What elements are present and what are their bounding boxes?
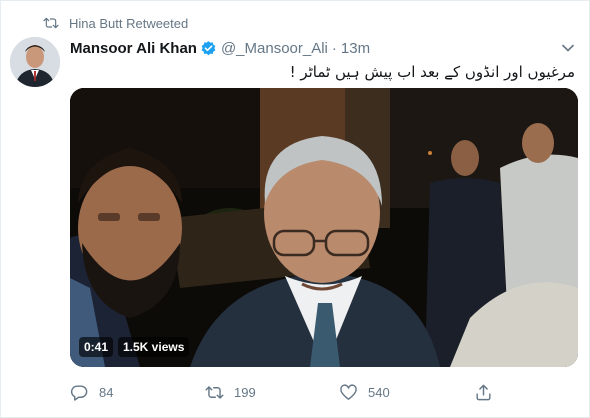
author-name[interactable]: Mansoor Ali Khan: [70, 40, 197, 57]
like-count: 540: [368, 384, 390, 400]
retweet-count: 199: [234, 384, 256, 400]
heart-icon: [340, 383, 357, 400]
video-thumbnail: [70, 88, 578, 367]
reply-button[interactable]: 84: [70, 381, 113, 403]
video-view-count: 1.5K views: [118, 337, 190, 357]
reply-icon: [70, 384, 88, 401]
retweet-button[interactable]: 199: [205, 381, 256, 403]
author-handle[interactable]: @_Mansoor_Ali: [221, 40, 328, 57]
retweet-context: Hina Butt Retweeted: [43, 15, 188, 31]
retweet-icon: [205, 385, 224, 399]
tweet-actions: 84 199 540: [70, 381, 500, 403]
avatar[interactable]: [10, 37, 60, 87]
tweet-text: مرغیوں اور انڈوں کے بعد اب پیش ہیں ٹماٹر…: [289, 63, 575, 81]
verified-badge-icon: [201, 40, 216, 55]
retweet-label[interactable]: Hina Butt Retweeted: [69, 16, 188, 31]
retweet-icon: [43, 17, 59, 29]
video-duration: 0:41: [79, 337, 114, 357]
reply-count: 84: [99, 384, 114, 400]
header-separator: ·: [331, 39, 337, 57]
chevron-down-icon[interactable]: [561, 41, 575, 55]
share-icon: [476, 384, 491, 400]
share-button[interactable]: [474, 381, 503, 403]
tweet-card[interactable]: Hina Butt Retweeted Mansoor Ali Khan @_M…: [0, 0, 590, 418]
tweet-timestamp[interactable]: 13m: [341, 40, 370, 57]
video-player[interactable]: 0:41 1.5K views: [70, 88, 578, 367]
tweet-header: Mansoor Ali Khan @_Mansoor_Ali · 13m: [70, 38, 575, 58]
like-button[interactable]: 540: [339, 381, 390, 403]
